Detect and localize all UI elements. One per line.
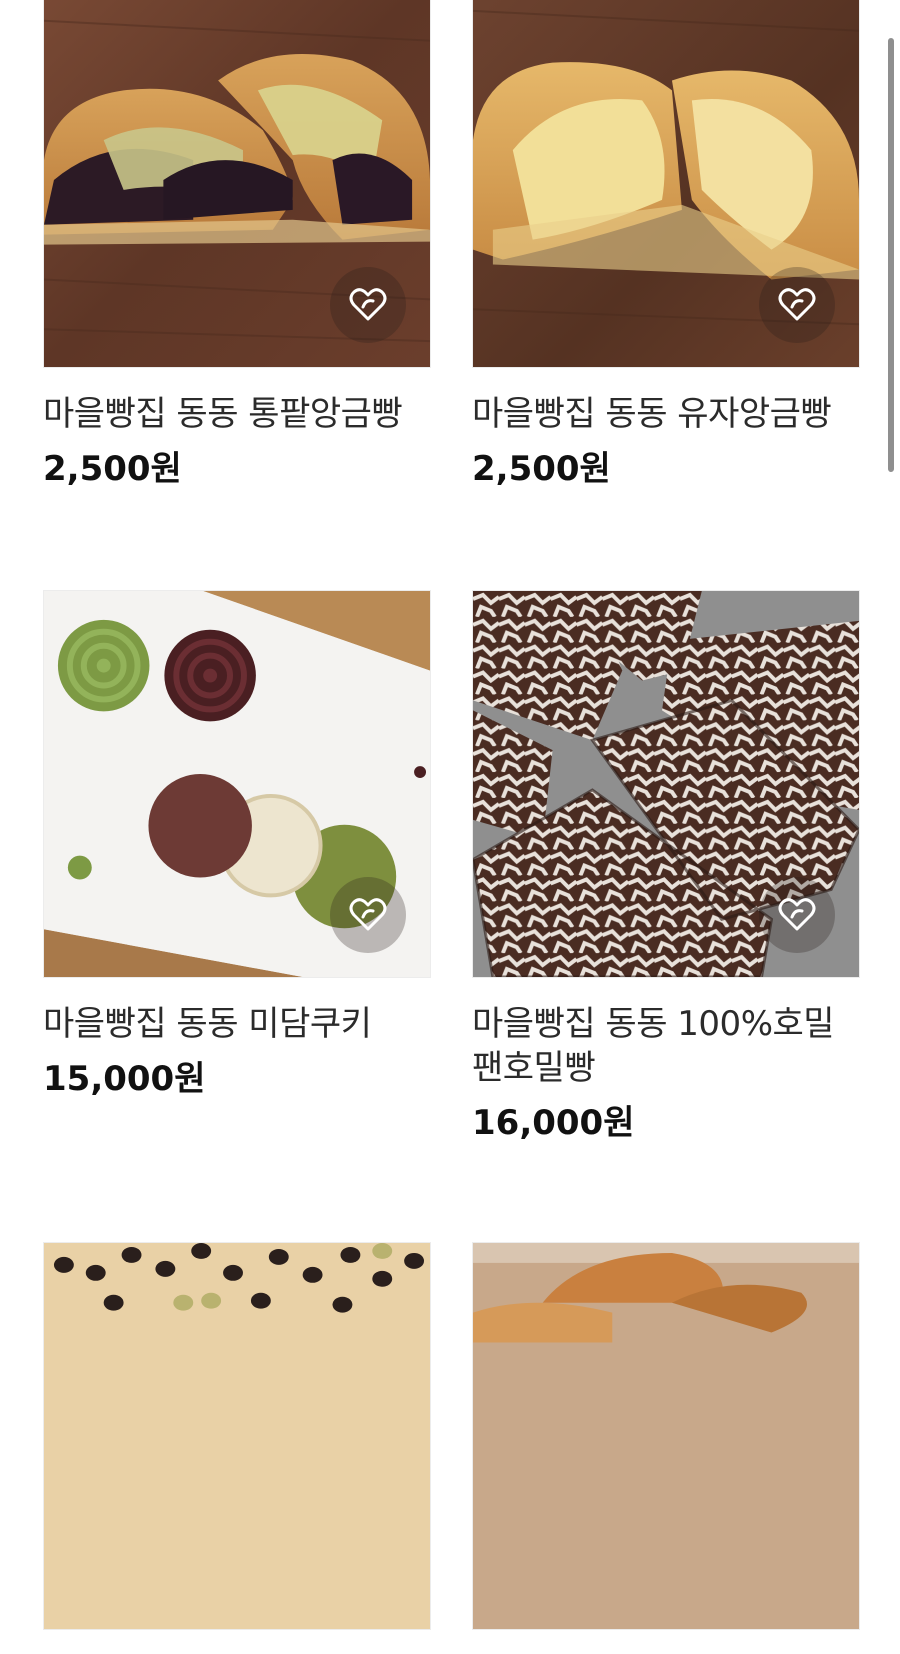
- wishlist-button[interactable]: [759, 877, 835, 953]
- wishlist-button[interactable]: [330, 267, 406, 343]
- product-image[interactable]: [43, 0, 431, 368]
- product-price: 2,500원: [472, 449, 611, 489]
- product-title[interactable]: 마을빵집 동동 통팥앙금빵: [43, 392, 431, 436]
- product-image[interactable]: [43, 590, 431, 978]
- olive-focaccia-image: [44, 1243, 430, 1629]
- product-title[interactable]: 마을빵집 동동 100%호밀 팬호밀빵: [472, 1002, 860, 1090]
- heart-outline-icon: [778, 898, 816, 931]
- product-image[interactable]: [472, 590, 860, 978]
- wishlist-button[interactable]: [330, 877, 406, 953]
- product-title[interactable]: 마을빵집 동동 미담쿠키: [43, 1002, 431, 1046]
- product-price: 15,000원: [43, 1059, 206, 1099]
- heart-outline-icon: [349, 288, 387, 321]
- product-price: 16,000원: [472, 1103, 635, 1143]
- heart-outline-icon: [778, 288, 816, 321]
- heart-outline-icon: [349, 898, 387, 931]
- product-card[interactable]: 마을빵집 동동 미담쿠키 15,000원: [43, 590, 431, 1100]
- product-price: 2,500원: [43, 449, 182, 489]
- product-title[interactable]: 마을빵집 동동 유자앙금빵: [472, 392, 860, 436]
- product-image[interactable]: [472, 0, 860, 368]
- product-card[interactable]: [43, 1242, 431, 1654]
- product-card[interactable]: [472, 1242, 860, 1654]
- product-image[interactable]: [43, 1242, 431, 1630]
- product-card[interactable]: 마을빵집 동동 유자앙금빵 2,500원: [472, 0, 860, 490]
- product-image[interactable]: [472, 1242, 860, 1630]
- product-card[interactable]: 마을빵집 동동 100%호밀 팬호밀빵 16,000원: [472, 590, 860, 1144]
- scrollbar[interactable]: [888, 38, 894, 472]
- ciabatta-image: [473, 1243, 859, 1629]
- product-card[interactable]: 마을빵집 동동 통팥앙금빵 2,500원: [43, 0, 431, 490]
- wishlist-button[interactable]: [759, 267, 835, 343]
- product-grid: 마을빵집 동동 통팥앙금빵 2,500원 마을빵집 동동 유자앙금빵 2,500…: [0, 0, 900, 1630]
